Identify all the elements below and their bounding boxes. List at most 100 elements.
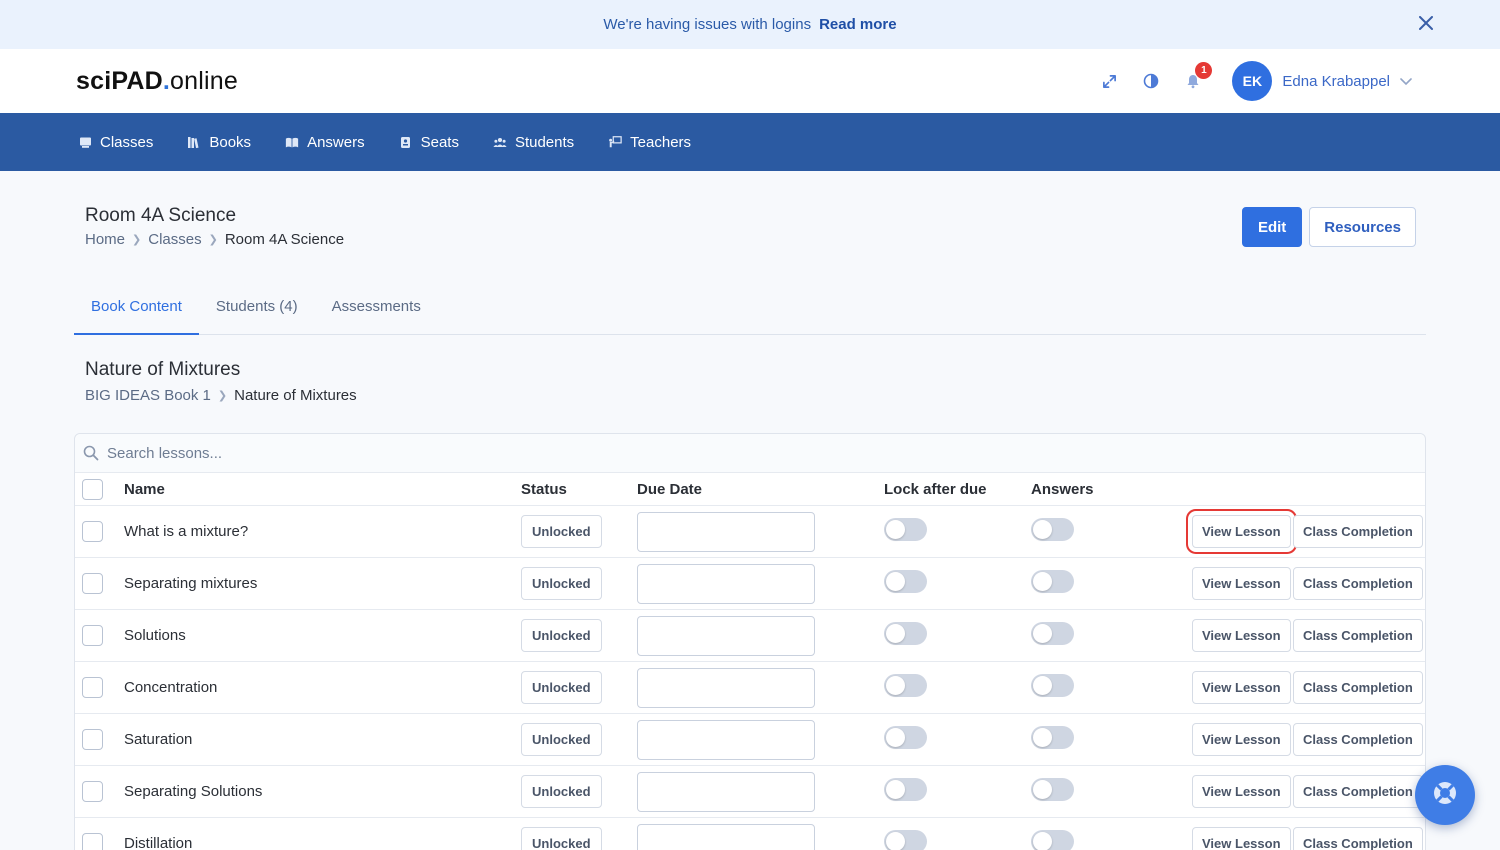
answers-toggle[interactable]: [1031, 778, 1074, 801]
nav-item-classes[interactable]: Classes: [78, 134, 153, 151]
seats-icon: [399, 135, 413, 149]
class-completion-button[interactable]: Class Completion: [1293, 671, 1423, 704]
nav-item-teachers[interactable]: Teachers: [608, 134, 691, 151]
status-button[interactable]: Unlocked: [521, 567, 602, 600]
answers-icon: [285, 135, 299, 149]
row-checkbox[interactable]: [82, 625, 103, 646]
announcement-banner: We're having issues with logins Read mor…: [0, 0, 1500, 49]
nav-label: Seats: [420, 133, 459, 151]
user-name[interactable]: Edna Krabappel: [1282, 73, 1390, 90]
row-checkbox[interactable]: [82, 781, 103, 802]
class-completion-button[interactable]: Class Completion: [1293, 775, 1423, 808]
lesson-name: What is a mixture?: [124, 523, 249, 540]
view-lesson-button[interactable]: View Lesson: [1192, 619, 1291, 652]
breadcrumb-book[interactable]: BIG IDEAS Book 1: [85, 387, 211, 404]
status-button[interactable]: Unlocked: [521, 619, 602, 652]
row-checkbox[interactable]: [82, 729, 103, 750]
lock-after-due-toggle[interactable]: [884, 778, 927, 801]
view-lesson-button[interactable]: View Lesson: [1192, 775, 1291, 808]
nav-item-students[interactable]: Students: [493, 134, 574, 151]
status-button[interactable]: Unlocked: [521, 775, 602, 808]
help-button[interactable]: [1415, 765, 1475, 825]
header-due-date[interactable]: Due Date: [637, 481, 702, 498]
status-button[interactable]: Unlocked: [521, 827, 602, 850]
header-answers[interactable]: Answers: [1031, 481, 1094, 498]
class-completion-button[interactable]: Class Completion: [1293, 515, 1423, 548]
chevron-right-icon: ❯: [208, 234, 218, 246]
breadcrumb-home[interactable]: Home: [85, 231, 125, 248]
nav-item-seats[interactable]: Seats: [399, 134, 459, 151]
status-button[interactable]: Unlocked: [521, 515, 602, 548]
section-title: Nature of Mixtures: [85, 359, 241, 380]
header-lock-after-due[interactable]: Lock after due: [884, 481, 987, 498]
class-completion-button[interactable]: Class Completion: [1293, 567, 1423, 600]
nav-item-answers[interactable]: Answers: [285, 134, 365, 151]
chevron-right-icon: ❯: [217, 390, 228, 402]
status-button[interactable]: Unlocked: [521, 671, 602, 704]
notification-bell-icon[interactable]: 1: [1182, 62, 1213, 92]
app-logo[interactable]: sciPAD.online: [76, 67, 238, 96]
view-lesson-button[interactable]: View Lesson: [1192, 827, 1291, 850]
lock-after-due-toggle[interactable]: [884, 726, 927, 749]
due-date-input[interactable]: [637, 615, 815, 656]
answers-toggle[interactable]: [1031, 674, 1074, 697]
due-date-input[interactable]: [637, 563, 815, 604]
row-checkbox[interactable]: [82, 573, 103, 594]
class-completion-button[interactable]: Class Completion: [1293, 619, 1423, 652]
tab-book-content[interactable]: Book Content: [74, 290, 199, 335]
page-actions: Edit Resources: [1241, 207, 1416, 247]
teachers-icon: [608, 135, 622, 149]
view-lesson-button[interactable]: View Lesson: [1192, 567, 1291, 600]
view-lesson-button[interactable]: View Lesson: [1192, 515, 1291, 548]
answers-toggle[interactable]: [1031, 726, 1074, 749]
due-date-input[interactable]: [637, 771, 815, 812]
nav-label: Books: [209, 133, 252, 151]
due-date-input[interactable]: [637, 719, 815, 760]
resources-button[interactable]: Resources: [1309, 207, 1416, 247]
class-completion-button[interactable]: Class Completion: [1293, 723, 1423, 756]
answers-toggle[interactable]: [1031, 518, 1074, 541]
header-actions: 1 EK Edna Krabappel: [1088, 49, 1412, 113]
header-name[interactable]: Name: [124, 481, 165, 498]
search-input[interactable]: [107, 444, 707, 462]
view-lesson-button[interactable]: View Lesson: [1192, 671, 1291, 704]
table-row: Distillation Unlocked View Lesson Class …: [75, 818, 1425, 850]
row-checkbox[interactable]: [82, 677, 103, 698]
chevron-down-icon[interactable]: [1400, 74, 1412, 89]
lesson-name: Separating Solutions: [124, 783, 263, 800]
table-row: Separating Solutions Unlocked View Lesso…: [75, 766, 1425, 818]
banner-read-more-link[interactable]: Read more: [819, 16, 897, 33]
breadcrumb-classes[interactable]: Classes: [148, 231, 201, 248]
due-date-input[interactable]: [637, 667, 815, 708]
view-lesson-button[interactable]: View Lesson: [1192, 723, 1291, 756]
answers-toggle[interactable]: [1031, 622, 1074, 645]
answers-toggle[interactable]: [1031, 830, 1074, 850]
due-date-input[interactable]: [637, 511, 815, 552]
row-checkbox[interactable]: [82, 833, 103, 850]
row-checkbox[interactable]: [82, 521, 103, 542]
status-button[interactable]: Unlocked: [521, 723, 602, 756]
students-icon: [493, 135, 507, 149]
select-all-checkbox[interactable]: [82, 478, 103, 500]
lock-after-due-toggle[interactable]: [884, 674, 927, 697]
nav-item-books[interactable]: Books: [187, 134, 251, 151]
edit-button[interactable]: Edit: [1241, 207, 1303, 247]
lock-after-due-toggle[interactable]: [884, 622, 927, 645]
search-bar: [75, 434, 1425, 473]
tab-students[interactable]: Students (4): [199, 290, 315, 335]
due-date-input[interactable]: [637, 823, 815, 850]
nav-label: Answers: [307, 133, 365, 151]
expand-icon[interactable]: [1098, 70, 1120, 92]
lock-after-due-toggle[interactable]: [884, 570, 927, 593]
classes-icon: [78, 135, 92, 149]
header-status[interactable]: Status: [521, 481, 567, 498]
answers-toggle[interactable]: [1031, 570, 1074, 593]
tab-assessments[interactable]: Assessments: [315, 290, 438, 335]
lock-after-due-toggle[interactable]: [884, 518, 927, 541]
class-completion-button[interactable]: Class Completion: [1293, 827, 1423, 850]
avatar[interactable]: EK: [1232, 61, 1273, 101]
lock-after-due-toggle[interactable]: [884, 830, 927, 850]
contrast-icon[interactable]: [1140, 70, 1162, 92]
close-icon[interactable]: [1416, 14, 1436, 34]
table-row: Concentration Unlocked View Lesson Class…: [75, 662, 1425, 714]
